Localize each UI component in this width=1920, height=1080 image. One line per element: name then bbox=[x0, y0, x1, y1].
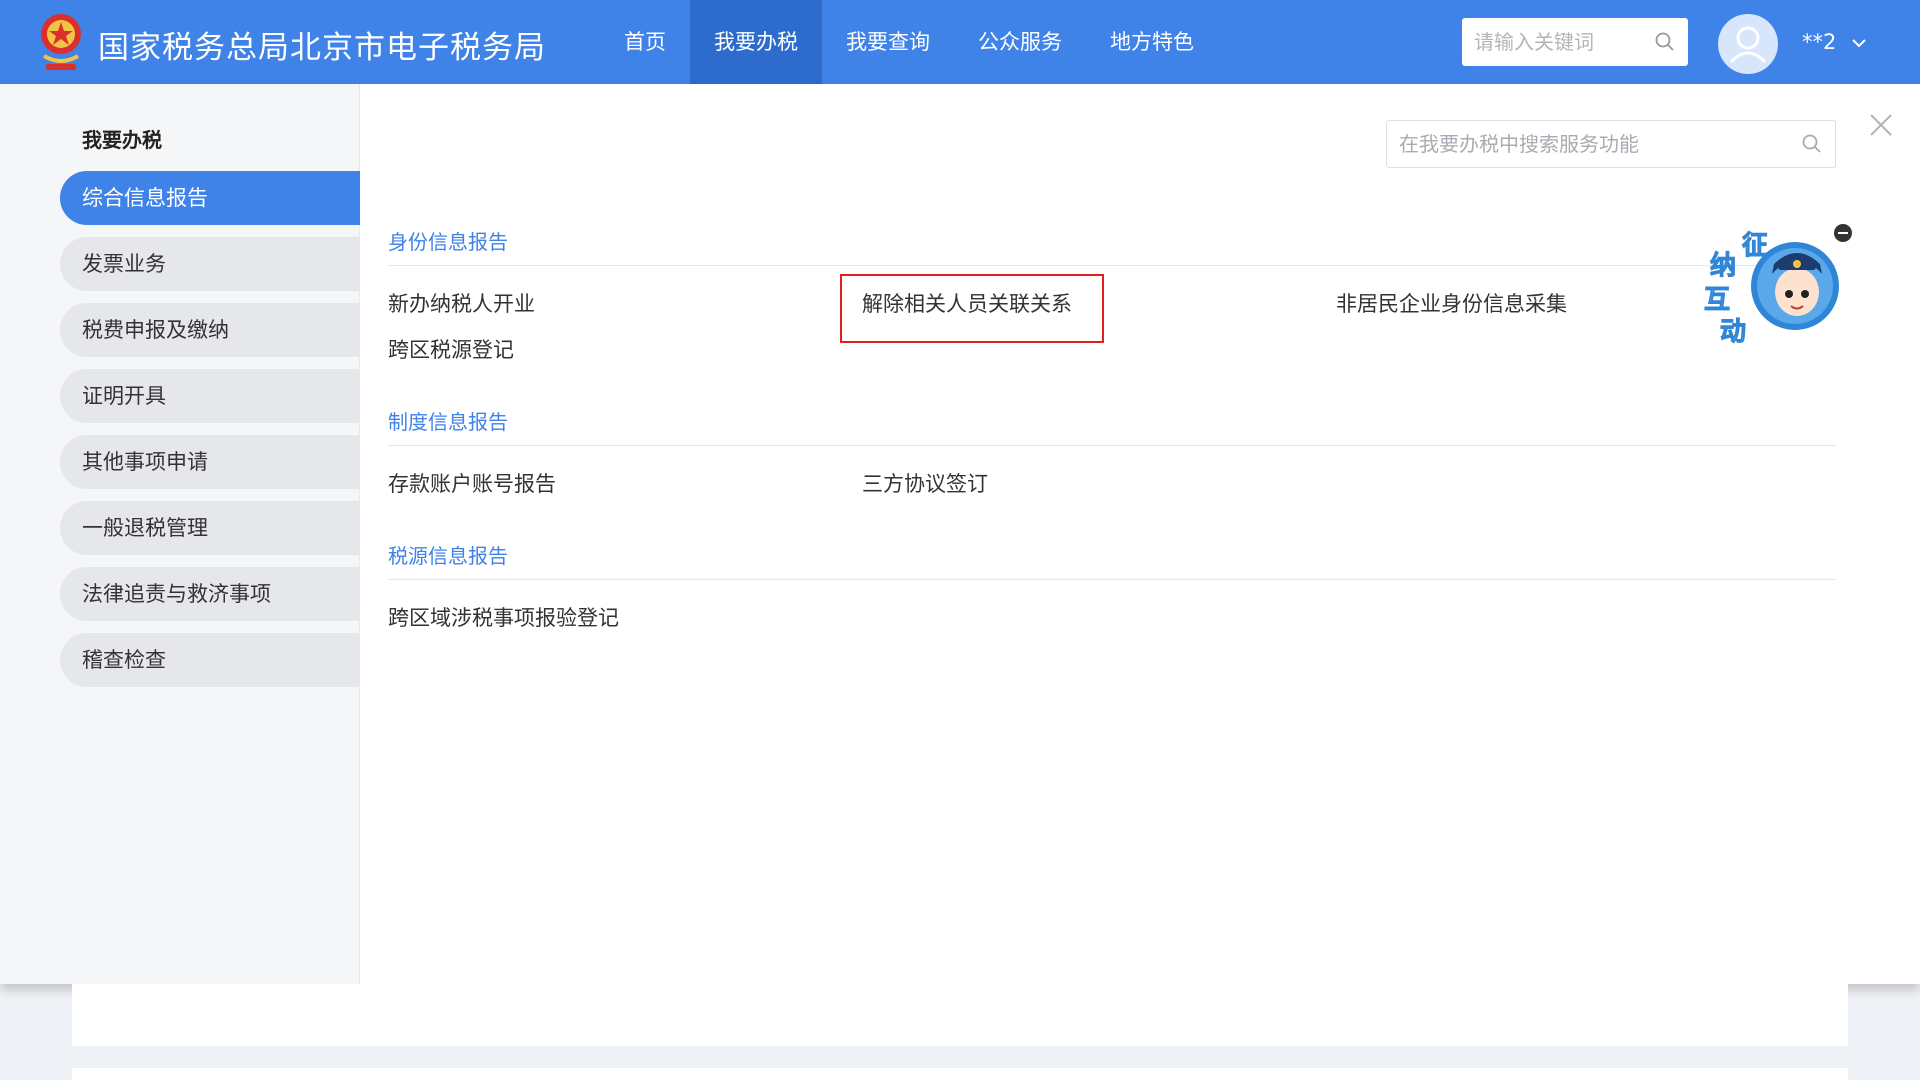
sidebar-item-comprehensive-report[interactable]: 综合信息报告 bbox=[60, 171, 360, 225]
user-name[interactable]: **2 bbox=[1802, 30, 1836, 54]
sidebar-item-certificate[interactable]: 证明开具 bbox=[60, 369, 360, 423]
nav-query[interactable]: 我要查询 bbox=[822, 0, 954, 84]
mascot-interaction-icon[interactable]: 征 纳 互 动 bbox=[1700, 222, 1840, 348]
section-title-identity: 身份信息报告 bbox=[388, 230, 508, 254]
mascot-label-0: 征 bbox=[1742, 231, 1768, 261]
sidebar-item-tax-refund[interactable]: 一般退税管理 bbox=[60, 501, 360, 555]
nav-public-service[interactable]: 公众服务 bbox=[954, 0, 1086, 84]
nav-local-features[interactable]: 地方特色 bbox=[1086, 0, 1218, 84]
service-cross-region-tax-source[interactable]: 跨区税源登记 bbox=[388, 334, 514, 364]
category-sidebar: 我要办税 综合信息报告 发票业务 税费申报及缴纳 证明开具 其他事项申请 一般退… bbox=[0, 84, 360, 984]
header-search-input[interactable] bbox=[1474, 30, 1644, 54]
background-card bbox=[72, 1068, 1848, 1080]
close-icon[interactable] bbox=[1868, 112, 1894, 138]
section-title-system: 制度信息报告 bbox=[388, 410, 508, 434]
sidebar-item-legal-remedy[interactable]: 法律追责与救济事项 bbox=[60, 567, 360, 621]
main-nav: 首页 我要办税 我要查询 公众服务 地方特色 bbox=[600, 0, 1218, 84]
sidebar-item-invoice[interactable]: 发票业务 bbox=[60, 237, 360, 291]
header-search-box bbox=[1462, 18, 1688, 66]
nav-home[interactable]: 首页 bbox=[600, 0, 690, 84]
section-divider bbox=[388, 265, 1836, 266]
background-card bbox=[72, 984, 1848, 1046]
service-tripartite-agreement[interactable]: 三方协议签订 bbox=[862, 468, 988, 498]
nav-tax-handling[interactable]: 我要办税 bbox=[690, 0, 822, 84]
tax-emblem-icon[interactable] bbox=[36, 10, 86, 74]
sidebar-heading: 我要办税 bbox=[82, 128, 162, 152]
sidebar-item-declaration-payment[interactable]: 税费申报及缴纳 bbox=[60, 303, 360, 357]
section-divider bbox=[388, 579, 1836, 580]
search-icon[interactable] bbox=[1654, 31, 1676, 53]
sidebar-item-other-applications[interactable]: 其他事项申请 bbox=[60, 435, 360, 489]
site-title[interactable]: 国家税务总局北京市电子税务局 bbox=[98, 22, 546, 67]
service-search-input[interactable] bbox=[1399, 132, 1779, 156]
chevron-down-icon[interactable] bbox=[1850, 34, 1868, 52]
mascot-label-2: 互 bbox=[1704, 285, 1730, 315]
top-header: 国家税务总局北京市电子税务局 首页 我要办税 我要查询 公众服务 地方特色 **… bbox=[0, 0, 1920, 84]
service-new-taxpayer-opening[interactable]: 新办纳税人开业 bbox=[388, 288, 535, 318]
service-nonresident-identity[interactable]: 非居民企业身份信息采集 bbox=[1336, 288, 1567, 318]
section-divider bbox=[388, 445, 1836, 446]
service-cross-region-inspection-registration[interactable]: 跨区域涉税事项报验登记 bbox=[388, 602, 619, 632]
mascot-minimize-button[interactable] bbox=[1834, 224, 1852, 242]
tax-services-panel: 我要办税 综合信息报告 发票业务 税费申报及缴纳 证明开具 其他事项申请 一般退… bbox=[0, 84, 1920, 984]
user-avatar-icon[interactable] bbox=[1718, 14, 1778, 74]
section-title-tax-source: 税源信息报告 bbox=[388, 544, 508, 568]
mascot-label-1: 纳 bbox=[1710, 250, 1736, 281]
mascot-label-3: 动 bbox=[1720, 317, 1746, 347]
sidebar-item-inspection[interactable]: 稽查检查 bbox=[60, 633, 360, 687]
service-deposit-account-report[interactable]: 存款账户账号报告 bbox=[388, 468, 556, 498]
service-search-box bbox=[1386, 120, 1836, 168]
search-icon[interactable] bbox=[1801, 133, 1823, 155]
highlight-box bbox=[840, 274, 1104, 343]
